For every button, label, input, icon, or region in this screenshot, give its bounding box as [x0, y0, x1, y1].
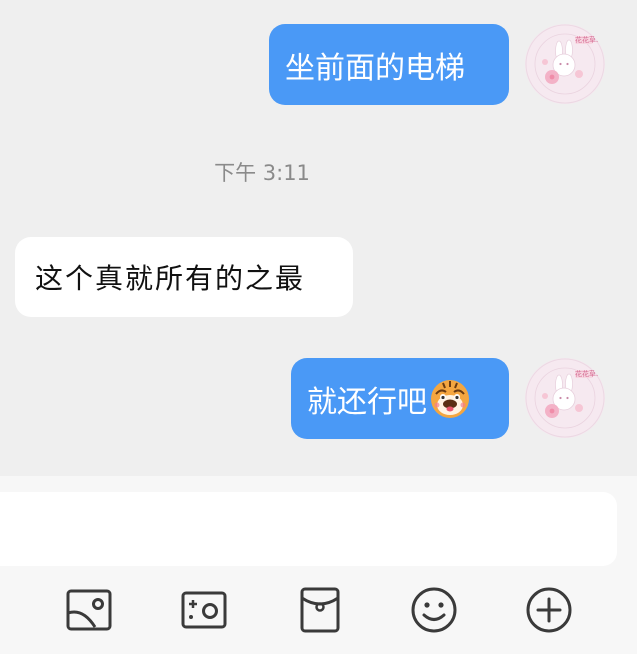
- avatar[interactable]: 花花草草: [525, 358, 605, 438]
- message-bubble-incoming[interactable]: 这个真就所有的之最: [15, 237, 353, 317]
- message-text: 坐前面的电梯: [285, 50, 465, 86]
- tiger-emoji: [429, 378, 471, 420]
- message-input[interactable]: [0, 492, 617, 566]
- image-icon[interactable]: [65, 586, 113, 634]
- message-bubble-outgoing[interactable]: 就还行吧: [291, 358, 509, 439]
- message-text: 就还行吧: [307, 384, 427, 420]
- camera-icon[interactable]: [180, 586, 228, 634]
- avatar-badge-text: 花花草草: [575, 36, 603, 44]
- red-packet-icon[interactable]: [296, 586, 344, 634]
- emoji-icon[interactable]: [410, 586, 458, 634]
- message-text: 这个真就所有的之最: [35, 262, 306, 295]
- chat-messages[interactable]: 坐前面的电梯 花花草草 下午 3:11 这个真就所有的之最 就还行吧 花花草草: [0, 0, 637, 476]
- timestamp: 下午 3:11: [214, 161, 310, 185]
- add-icon[interactable]: [525, 586, 573, 634]
- avatar[interactable]: 花花草草: [525, 24, 605, 104]
- message-bubble-outgoing[interactable]: 坐前面的电梯: [269, 24, 509, 105]
- composer-area: [0, 476, 637, 654]
- avatar-badge-text: 花花草草: [575, 370, 603, 378]
